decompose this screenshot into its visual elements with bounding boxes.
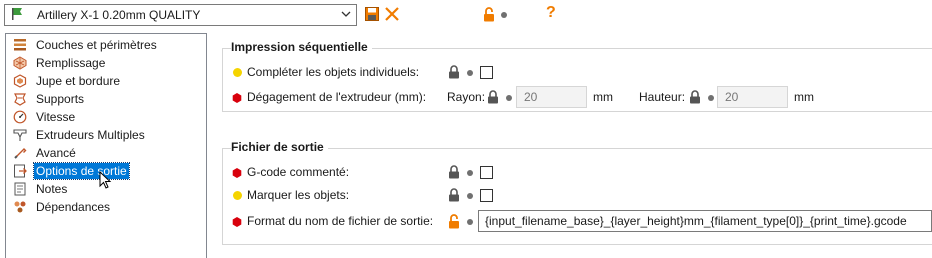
- group-border: [222, 148, 932, 149]
- default-value-dot: [467, 70, 473, 76]
- open-lock-icon[interactable]: [448, 214, 460, 229]
- simple-mode-dot: [233, 191, 242, 200]
- lock-icon[interactable]: [448, 165, 460, 179]
- extruder-clearance-label: Dégagement de l'extrudeur (mm):: [247, 90, 427, 104]
- sidebar-item-skirt-brim[interactable]: Jupe et bordure: [12, 72, 122, 90]
- status-dot: [501, 12, 507, 18]
- default-value-dot: [467, 170, 473, 176]
- default-value-dot: [467, 219, 473, 225]
- group-border: [222, 111, 932, 112]
- help-button[interactable]: ?: [546, 4, 556, 22]
- sidebar-item-notes[interactable]: Notes: [12, 180, 69, 198]
- height-label: Hauteur:: [639, 90, 686, 104]
- gcode-comments-checkbox[interactable]: [480, 166, 493, 179]
- default-value-dot: [708, 95, 714, 101]
- default-value-dot: [506, 95, 512, 101]
- output-options-icon: [12, 163, 28, 179]
- height-input[interactable]: 20: [717, 86, 788, 108]
- sidebar-item-supports[interactable]: Supports: [12, 90, 86, 108]
- sidebar-item-multiple-extruders[interactable]: Extrudeurs Multiples: [12, 126, 147, 144]
- label-objects-checkbox[interactable]: [480, 189, 493, 202]
- sidebar-item-infill[interactable]: Remplissage: [12, 54, 107, 72]
- group-border: [222, 48, 223, 111]
- lock-icon[interactable]: [448, 188, 460, 202]
- default-value-dot: [467, 193, 473, 199]
- gcode-comments-label: G-code commenté:: [247, 165, 350, 179]
- lock-icon[interactable]: [689, 90, 701, 104]
- complete-objects-checkbox[interactable]: [480, 66, 493, 79]
- supports-icon: [12, 91, 28, 107]
- skirt-brim-icon: [12, 73, 28, 89]
- sidebar-item-dependencies[interactable]: Dépendances: [12, 198, 112, 216]
- group-title-sequential: Impression séquentielle: [231, 40, 372, 54]
- group-title-output-file: Fichier de sortie: [231, 140, 328, 154]
- label-objects-label: Marquer les objets:: [247, 188, 350, 202]
- preset-dropdown[interactable]: Artillery X-1 0.20mm QUALITY: [4, 4, 357, 26]
- expert-mode-dot: [232, 216, 242, 227]
- open-lock-icon[interactable]: [482, 6, 496, 22]
- chevron-down-icon[interactable]: [340, 8, 352, 23]
- simple-mode-dot: [233, 68, 242, 77]
- notes-icon: [12, 181, 28, 197]
- group-border: [222, 244, 932, 245]
- sidebar-item-layers-perimeters[interactable]: Couches et périmètres: [12, 36, 159, 54]
- filename-format-label: Format du nom de fichier de sortie:: [247, 214, 434, 228]
- infill-icon: [12, 55, 28, 71]
- green-flag-icon: [11, 7, 23, 24]
- expert-mode-dot: [232, 167, 242, 178]
- multiple-extruders-icon: [12, 127, 28, 143]
- settings-tree[interactable]: Couches et périmètres Remplissage Jupe e…: [5, 33, 207, 258]
- complete-objects-label: Compléter les objets individuels:: [247, 65, 420, 79]
- expert-mode-dot: [232, 92, 242, 103]
- radius-unit: mm: [593, 90, 613, 104]
- save-icon[interactable]: [364, 6, 380, 22]
- lock-icon[interactable]: [448, 65, 460, 79]
- dependencies-icon: [12, 199, 28, 215]
- mouse-cursor-icon: [99, 170, 113, 194]
- preset-name: Artillery X-1 0.20mm QUALITY: [37, 8, 201, 22]
- radius-label: Rayon:: [447, 90, 486, 104]
- filename-format-input[interactable]: {input_filename_base}_{layer_height}mm_{…: [478, 210, 932, 232]
- height-unit: mm: [794, 90, 814, 104]
- speed-icon: [12, 109, 28, 125]
- sidebar-item-advanced[interactable]: Avancé: [12, 144, 78, 162]
- group-border: [222, 148, 223, 244]
- sidebar-item-speed[interactable]: Vitesse: [12, 108, 77, 126]
- advanced-icon: [12, 145, 28, 161]
- radius-input[interactable]: 20: [516, 86, 587, 108]
- lock-icon[interactable]: [487, 90, 499, 104]
- delete-x-icon[interactable]: [383, 6, 401, 22]
- layers-icon: [12, 37, 28, 53]
